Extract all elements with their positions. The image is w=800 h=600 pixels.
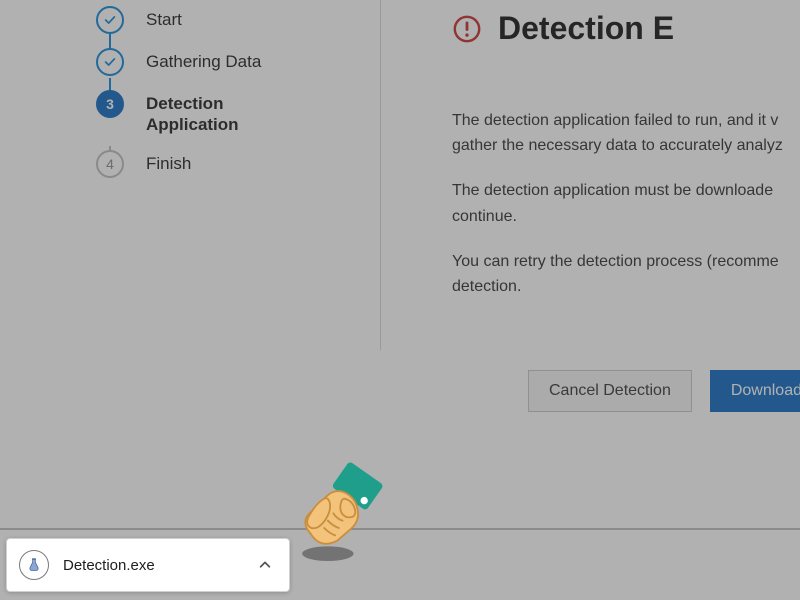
body-text: gather the necessary data to accurately … [452, 134, 800, 157]
body-text: You can retry the detection process (rec… [452, 250, 800, 273]
step-gathering-data[interactable]: Gathering Data [96, 42, 366, 82]
alert-icon [452, 14, 482, 44]
chevron-up-icon[interactable] [253, 553, 277, 577]
download-chip[interactable]: Detection.exe [6, 538, 290, 592]
step-label: Finish [146, 150, 191, 174]
step-label: Detection Application [146, 90, 306, 136]
check-icon [96, 6, 124, 34]
check-icon [96, 48, 124, 76]
content-area: Detection E The detection application fa… [452, 10, 800, 320]
step-number-icon: 4 [96, 150, 124, 178]
download-retry-button[interactable]: Download and R [710, 370, 800, 412]
download-filename: Detection.exe [63, 557, 253, 574]
page-root: Start Gathering Data 3 Detection Applica… [0, 0, 800, 600]
body-text: The detection application failed to run,… [452, 109, 800, 132]
step-label: Start [146, 6, 182, 30]
wizard-steps: Start Gathering Data 3 Detection Applica… [96, 0, 366, 186]
title-row: Detection E [452, 10, 800, 47]
step-label: Gathering Data [146, 48, 261, 72]
body-text: detection. [452, 275, 800, 298]
flask-icon [19, 550, 49, 580]
pointing-hand-icon [282, 462, 392, 572]
horizontal-divider [0, 528, 800, 530]
body-text: continue. [452, 205, 800, 228]
body-text: The detection application must be downlo… [452, 179, 800, 202]
cancel-button[interactable]: Cancel Detection [528, 370, 692, 412]
page-title: Detection E [498, 10, 674, 47]
step-number-icon: 3 [96, 90, 124, 118]
step-start[interactable]: Start [96, 0, 366, 40]
step-finish[interactable]: 4 Finish [96, 144, 366, 184]
vertical-divider [380, 0, 381, 350]
step-detection-application[interactable]: 3 Detection Application [96, 84, 366, 142]
button-row: Cancel Detection Download and R [528, 370, 800, 412]
